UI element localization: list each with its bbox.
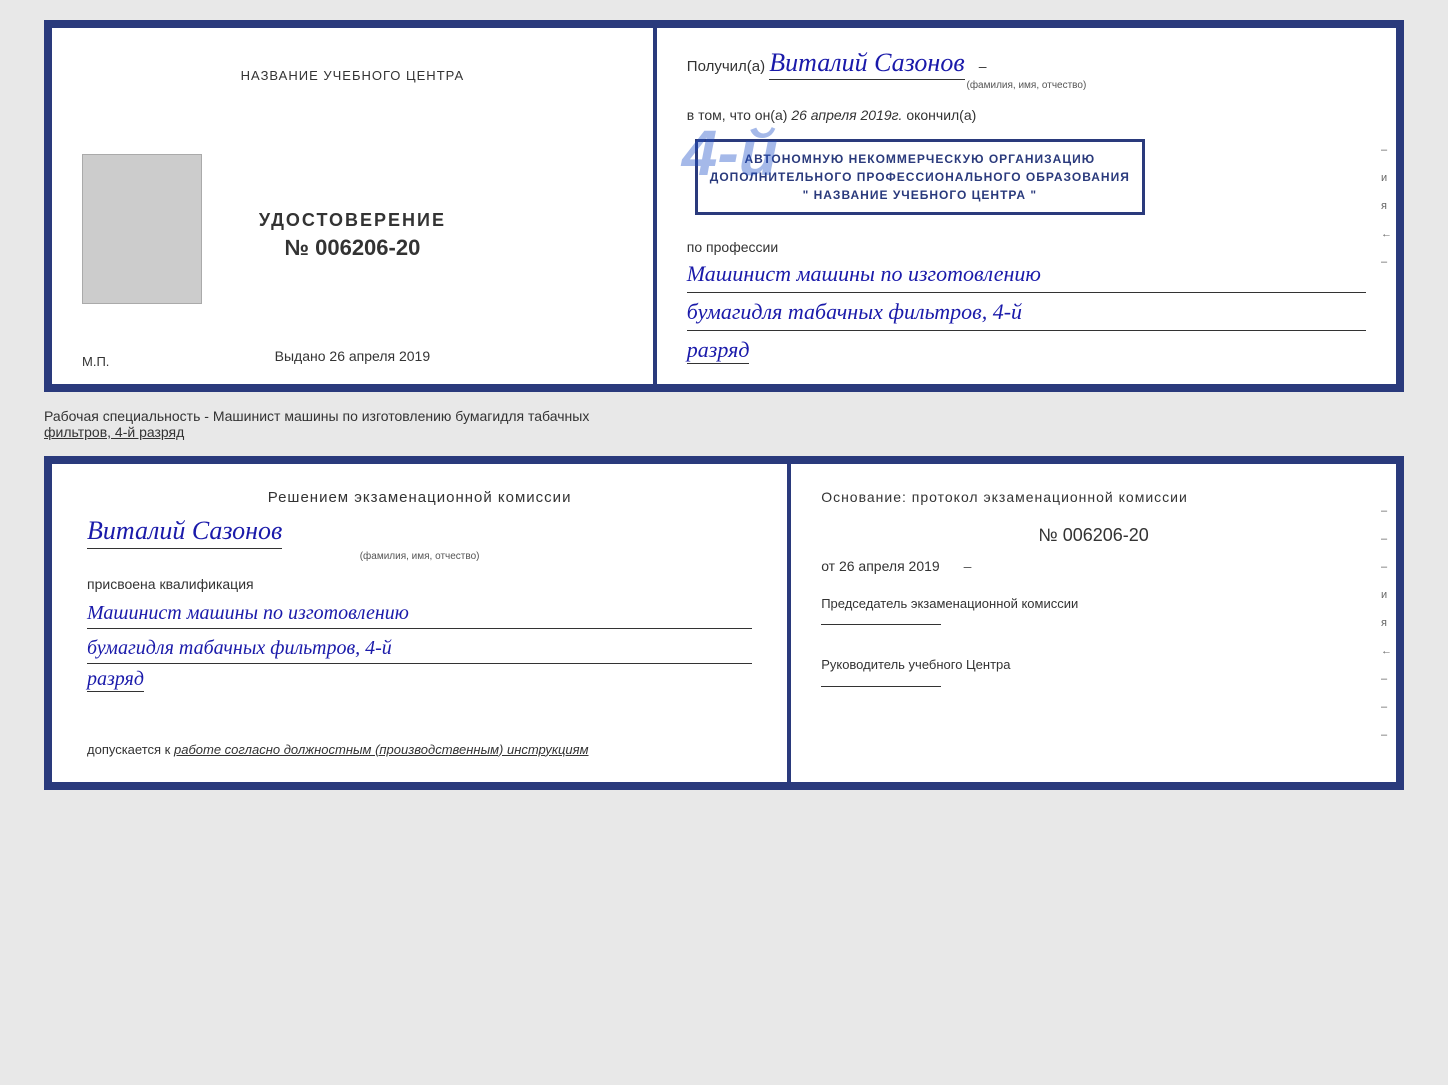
side-chars: – и я ← – (1381, 28, 1392, 384)
poluchil-prefix: Получил(а) (687, 58, 765, 75)
chairman-block: Председатель экзаменационной комиссии (821, 594, 1366, 626)
photo-placeholder (82, 154, 202, 304)
chairman-sig-line (821, 624, 941, 625)
cert-left-panel: НАЗВАНИЕ УЧЕБНОГО ЦЕНТРА УДОСТОВЕРЕНИЕ №… (52, 28, 657, 384)
rukovoditel-block: Руководитель учебного Центра (821, 655, 1366, 687)
ot-line: от 26 апреля 2019 – (821, 558, 1366, 574)
dopusk-prefix: допускается к (87, 742, 170, 757)
cert-number-block: УДОСТОВЕРЕНИЕ № 006206-20 (259, 163, 446, 308)
vtom-line: в том, что он(а) 26 апреля 2019г. окончи… (687, 107, 1366, 123)
cert-number: № 006206-20 (284, 235, 420, 261)
fio-label: (фамилия, имя, отчество) (687, 80, 1366, 91)
received-line: Получил(а) Виталий Сазонов – (фамилия, и… (687, 48, 1366, 91)
rukovoditel-label: Руководитель учебного Центра (821, 657, 1010, 672)
bot-num-prefix: № (1038, 525, 1057, 545)
ot-date: 26 апреля 2019 (839, 558, 940, 574)
center-title: НАЗВАНИЕ УЧЕБНОГО ЦЕНТРА (241, 68, 464, 83)
received-name: Виталий Сазонов (769, 48, 964, 80)
rukovoditel-sig-line (821, 686, 941, 687)
profession-line1: Машинист машины по изготовлению (687, 259, 1366, 293)
resheniem-title: Решением экзаменационной комиссии (87, 489, 752, 506)
issued-line: Выдано 26 апреля 2019 (275, 348, 431, 364)
bot-name: Виталий Сазонов (87, 516, 282, 549)
bot-name-block: Виталий Сазонов (фамилия, имя, отчество) (87, 516, 752, 562)
razryad: разряд (687, 337, 750, 364)
prisvoena-label: присвоена квалификация (87, 576, 752, 592)
udostoverenie-label: УДОСТОВЕРЕНИЕ (259, 210, 446, 231)
bottom-label-underline: фильтров, 4-й разряд (44, 424, 184, 440)
stamp-block: 4-й АВТОНОМНУЮ НЕКОММЕРЧЕСКУЮ ОРГАНИЗАЦИ… (687, 131, 1366, 223)
certificate-top: НАЗВАНИЕ УЧЕБНОГО ЦЕНТРА УДОСТОВЕРЕНИЕ №… (44, 20, 1404, 392)
protocol-num: № 006206-20 (821, 525, 1366, 546)
issued-date: 26 апреля 2019 (329, 348, 430, 364)
bot-side-chars: – – – и я ← – – – (1381, 464, 1392, 782)
osnование-title: Основание: протокол экзаменационной коми… (821, 489, 1366, 505)
certificate-bottom: Решением экзаменационной комиссии Витали… (44, 456, 1404, 790)
mp-label: М.П. (82, 354, 109, 369)
bottom-label-text: Рабочая специальность - Машинист машины … (44, 408, 589, 424)
profession-line2: бумагидля табачных фильтров, 4-й (687, 297, 1366, 331)
number-value: 006206-20 (315, 235, 420, 260)
dopuskaetsya-line: допускается к работе согласно должностны… (87, 742, 752, 757)
bot-right-panel: Основание: протокол экзаменационной коми… (791, 464, 1396, 782)
issued-label: Выдано (275, 348, 326, 364)
bot-left-panel: Решением экзаменационной комиссии Витали… (52, 464, 791, 782)
okonchil-label: окончил(а) (906, 107, 976, 123)
po-professii: по профессии (687, 239, 1366, 255)
bot-razryad: разряд (87, 668, 144, 692)
big-number-overlay: 4-й (682, 121, 778, 185)
dopusk-text: работе согласно должностным (производств… (174, 742, 589, 757)
chairman-label: Председатель экзаменационной комиссии (821, 596, 1078, 611)
number-prefix: № (284, 235, 309, 260)
date-value: 26 апреля 2019г. (791, 107, 902, 123)
bot-profession-line2: бумагидля табачных фильтров, 4-й (87, 633, 752, 664)
ot-prefix: от (821, 558, 835, 574)
cert-right-panel: Получил(а) Виталий Сазонов – (фамилия, и… (657, 28, 1396, 384)
bottom-label: Рабочая специальность - Машинист машины … (44, 404, 1404, 444)
bot-num-value: 006206-20 (1063, 525, 1149, 545)
bot-profession-line1: Машинист машины по изготовлению (87, 598, 752, 629)
bot-fio-label: (фамилия, имя, отчество) (87, 551, 752, 562)
